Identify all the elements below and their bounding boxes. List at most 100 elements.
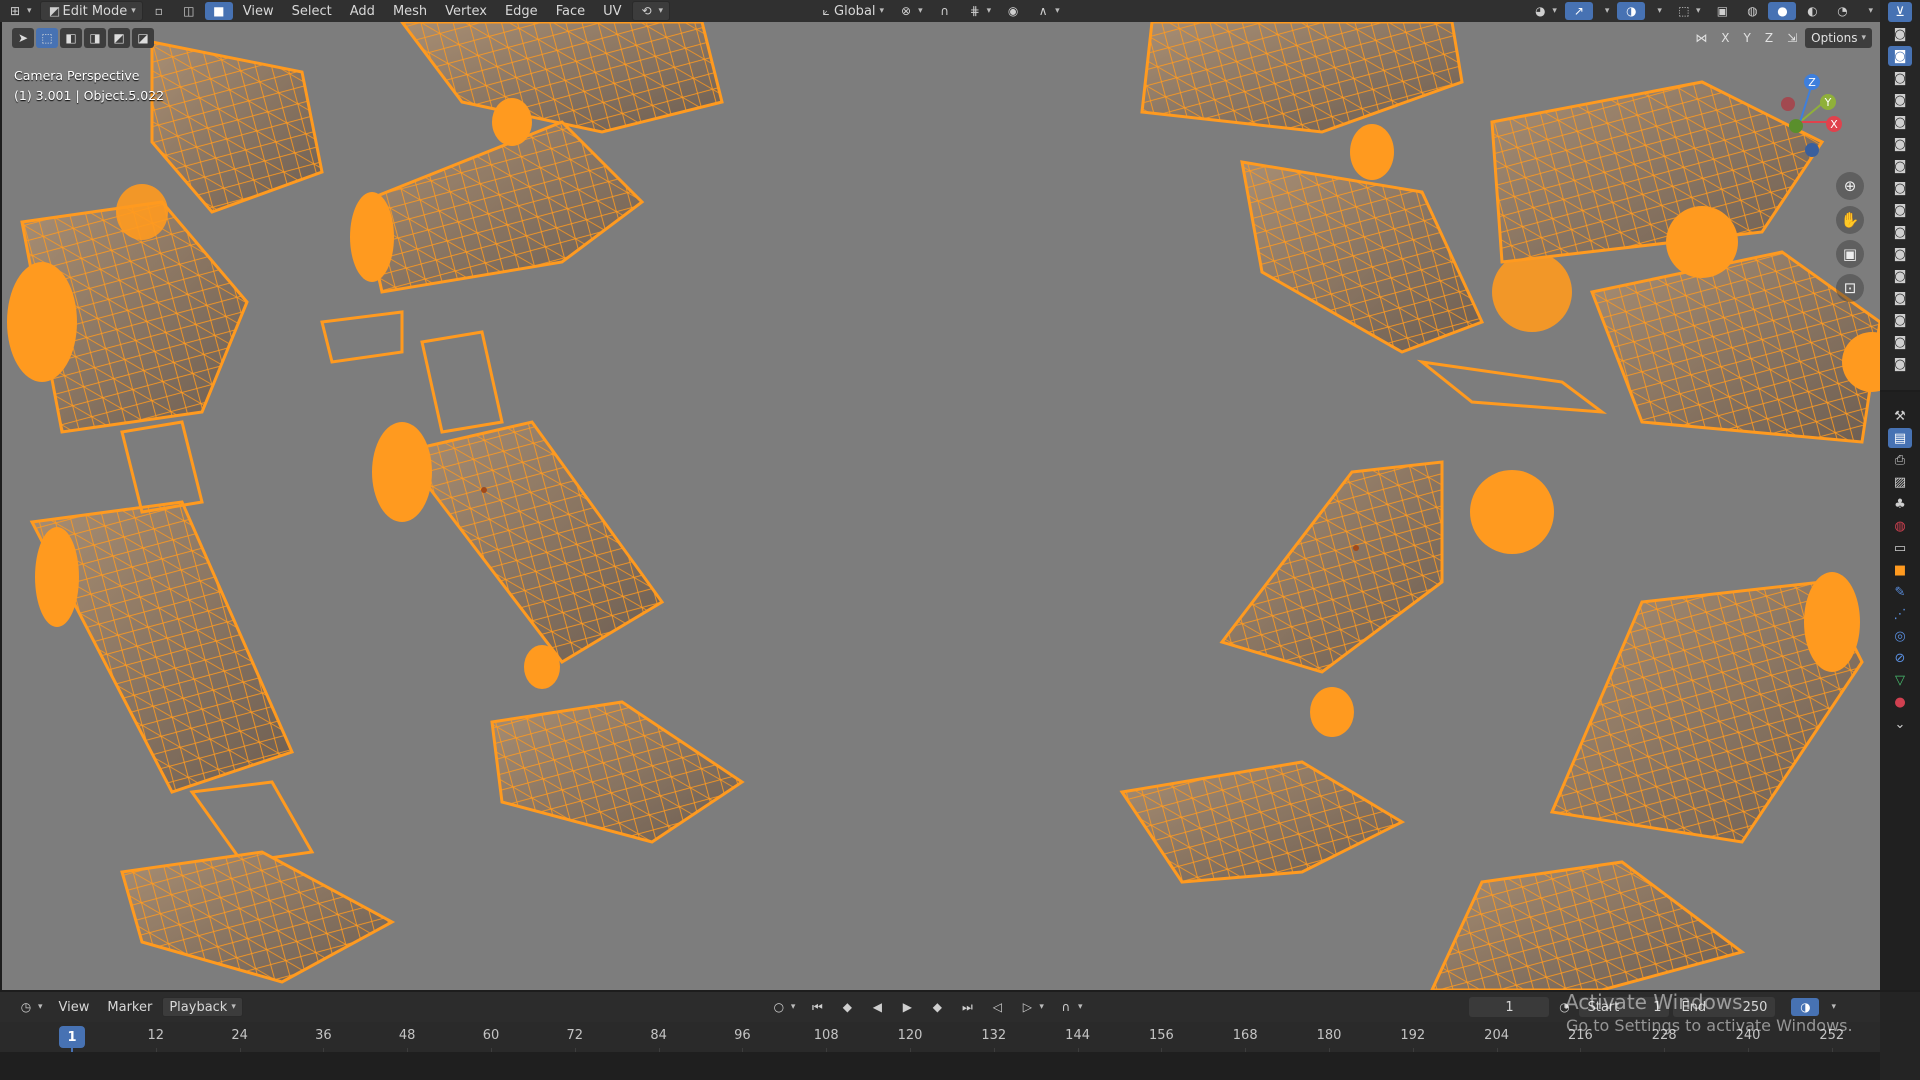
tweak-tool-button[interactable]: ➤ bbox=[12, 28, 34, 48]
overlays-toggle-button[interactable]: ◑ bbox=[1617, 2, 1646, 20]
menu-face[interactable]: Face bbox=[548, 2, 593, 20]
gizmo-toggle-button[interactable]: ↗ bbox=[1564, 2, 1593, 20]
edge-select-button[interactable]: ◫ bbox=[175, 2, 203, 20]
menu-vertex[interactable]: Vertex bbox=[437, 2, 495, 20]
shading-wireframe-button[interactable]: ◍ bbox=[1738, 2, 1766, 20]
camera-item[interactable]: ◙ bbox=[1888, 68, 1912, 88]
face-select-button[interactable]: ■ bbox=[204, 2, 233, 20]
snap-target-button[interactable]: ⋕ ▾ bbox=[961, 2, 998, 20]
frame-ruler[interactable]: 1 12 24 36 48 60 72 84 96 108 120 132 144 156 168 180 19… bbox=[0, 1022, 1880, 1078]
menu-uv[interactable]: UV bbox=[595, 2, 629, 20]
menu-add[interactable]: Add bbox=[342, 2, 383, 20]
mirror-y-toggle[interactable]: Y bbox=[1738, 28, 1757, 48]
tab-collection[interactable]: ▭ bbox=[1888, 538, 1912, 558]
prev-frame-button[interactable]: ◁ bbox=[983, 998, 1011, 1016]
start-frame-field[interactable]: Start 1 bbox=[1579, 997, 1670, 1017]
pan-button[interactable]: ✋ bbox=[1836, 206, 1864, 234]
tab-material[interactable]: ● bbox=[1888, 692, 1912, 712]
options-dropdown[interactable]: Options ▾ bbox=[1805, 28, 1872, 48]
gizmo-neg-z[interactable] bbox=[1805, 143, 1819, 157]
auto-keying-button[interactable]: ○ ▾ bbox=[765, 998, 802, 1016]
tab-render[interactable]: ▤ bbox=[1888, 428, 1912, 448]
camera-item[interactable]: ◙ bbox=[1888, 310, 1912, 330]
gizmo-dropdown[interactable]: ▾ bbox=[1595, 2, 1616, 20]
camera-item[interactable]: ◙ bbox=[1888, 178, 1912, 198]
outliner-filter-button[interactable]: ⊻ bbox=[1888, 2, 1912, 22]
camera-item[interactable]: ◙ bbox=[1888, 266, 1912, 286]
zoom-button[interactable]: ⊕ bbox=[1836, 172, 1864, 200]
tab-modifiers[interactable]: ✎ bbox=[1888, 582, 1912, 602]
playback-dropdown[interactable]: Playback ▾ bbox=[162, 997, 243, 1017]
uv-sync-button[interactable]: ⟲ ▾ bbox=[631, 1, 671, 21]
select-subtract-button[interactable]: ◨ bbox=[84, 28, 106, 48]
select-intersect-button[interactable]: ◪ bbox=[132, 28, 154, 48]
timeline-overlay-dropdown[interactable]: ▾ bbox=[1821, 998, 1842, 1016]
navigation-gizmo[interactable]: Z Y X bbox=[1752, 70, 1848, 170]
timeline-menu-marker[interactable]: Marker bbox=[99, 998, 160, 1016]
camera-item[interactable]: ◙ bbox=[1888, 354, 1912, 374]
pivot-point-button[interactable]: ⊗ ▾ bbox=[892, 2, 929, 20]
jump-end-button[interactable]: ⏭ bbox=[953, 998, 981, 1016]
tab-scene[interactable]: ♣ bbox=[1888, 494, 1912, 514]
tab-constraints[interactable]: ⊘ bbox=[1888, 648, 1912, 668]
timeline-track[interactable] bbox=[0, 1052, 1880, 1080]
select-extend-button[interactable]: ◧ bbox=[60, 28, 82, 48]
timeline-menu-view[interactable]: View bbox=[51, 998, 98, 1016]
tab-more[interactable]: ⌄ bbox=[1888, 714, 1912, 734]
camera-view-button[interactable]: ▣ bbox=[1836, 240, 1864, 268]
gizmo-neg-y[interactable] bbox=[1789, 119, 1803, 133]
camera-item[interactable]: ◙ bbox=[1888, 222, 1912, 242]
jump-start-button[interactable]: ⏮ bbox=[803, 998, 831, 1016]
robot-leg-middle-left[interactable] bbox=[320, 22, 745, 844]
camera-item[interactable]: ◙ bbox=[1888, 24, 1912, 44]
xray-toggle-button[interactable]: ▣ bbox=[1708, 2, 1736, 20]
shading-solid-button[interactable]: ● bbox=[1768, 2, 1797, 20]
menu-select[interactable]: Select bbox=[284, 2, 340, 20]
timeline-overlay-button[interactable]: ◑ bbox=[1791, 998, 1820, 1016]
camera-item[interactable]: ◙ bbox=[1888, 112, 1912, 132]
play-button[interactable]: ▶ bbox=[893, 998, 921, 1016]
play-reverse-button[interactable]: ◀ bbox=[863, 998, 891, 1016]
proportional-edit-button[interactable]: ◉ bbox=[999, 2, 1027, 20]
camera-item[interactable]: ◙ bbox=[1888, 134, 1912, 154]
tab-view-layer[interactable]: ▨ bbox=[1888, 472, 1912, 492]
next-frame-button[interactable]: ▷ ▾ bbox=[1013, 998, 1050, 1016]
current-frame-field[interactable]: 1 bbox=[1469, 997, 1550, 1017]
mirror-x-toggle[interactable]: X bbox=[1715, 28, 1735, 48]
tab-physics[interactable]: ◎ bbox=[1888, 626, 1912, 646]
snap-toggle-button[interactable]: ∩ bbox=[931, 2, 959, 20]
menu-edge[interactable]: Edge bbox=[497, 2, 546, 20]
editor-type-button[interactable]: ⊞ ▾ bbox=[1, 2, 38, 20]
prev-keyframe-button[interactable]: ◆ bbox=[833, 998, 861, 1016]
robot-leg-left[interactable] bbox=[7, 40, 396, 984]
next-keyframe-button[interactable]: ◆ bbox=[923, 998, 951, 1016]
tab-object[interactable]: ■ bbox=[1888, 560, 1912, 580]
camera-item[interactable]: ◙ bbox=[1888, 200, 1912, 220]
preview-range-button[interactable]: ◔ bbox=[1550, 998, 1578, 1016]
shading-dropdown[interactable]: ▾ bbox=[1858, 2, 1879, 20]
tab-output[interactable]: ⎙ bbox=[1888, 450, 1912, 470]
camera-item-active[interactable]: ◙ bbox=[1888, 46, 1912, 66]
mesh-canvas[interactable] bbox=[2, 22, 1880, 990]
mode-selector[interactable]: ◩ Edit Mode ▾ bbox=[39, 1, 143, 21]
camera-item[interactable]: ◙ bbox=[1888, 90, 1912, 110]
select-box-button[interactable]: ⬚ bbox=[36, 28, 58, 48]
menu-mesh[interactable]: Mesh bbox=[385, 2, 435, 20]
select-invert-button[interactable]: ◩ bbox=[108, 28, 130, 48]
visibility-button[interactable]: ◕ ▾ bbox=[1526, 2, 1563, 20]
falloff-button[interactable]: ∧ ▾ bbox=[1029, 2, 1066, 20]
shading-rendered-button[interactable]: ◔ bbox=[1828, 2, 1856, 20]
tab-tool[interactable]: ⚒ bbox=[1888, 406, 1912, 426]
lock-camera-button[interactable]: ⊡ bbox=[1836, 274, 1864, 302]
mesh-overlays-button[interactable]: ⬚ ▾ bbox=[1670, 2, 1707, 20]
vertex-select-button[interactable]: ▫ bbox=[145, 2, 173, 20]
gizmo-neg-x[interactable] bbox=[1781, 97, 1795, 111]
auto-merge-button[interactable]: ⇲ bbox=[1781, 28, 1803, 48]
timeline-editor-type[interactable]: ◷ ▾ bbox=[12, 998, 49, 1016]
mirror-options-button[interactable]: ⋈ bbox=[1689, 28, 1713, 48]
camera-item[interactable]: ◙ bbox=[1888, 244, 1912, 264]
camera-item[interactable]: ◙ bbox=[1888, 332, 1912, 352]
end-frame-field[interactable]: End 250 bbox=[1673, 997, 1776, 1017]
playhead[interactable]: 1 bbox=[59, 1026, 85, 1048]
mirror-z-toggle[interactable]: Z bbox=[1759, 28, 1779, 48]
